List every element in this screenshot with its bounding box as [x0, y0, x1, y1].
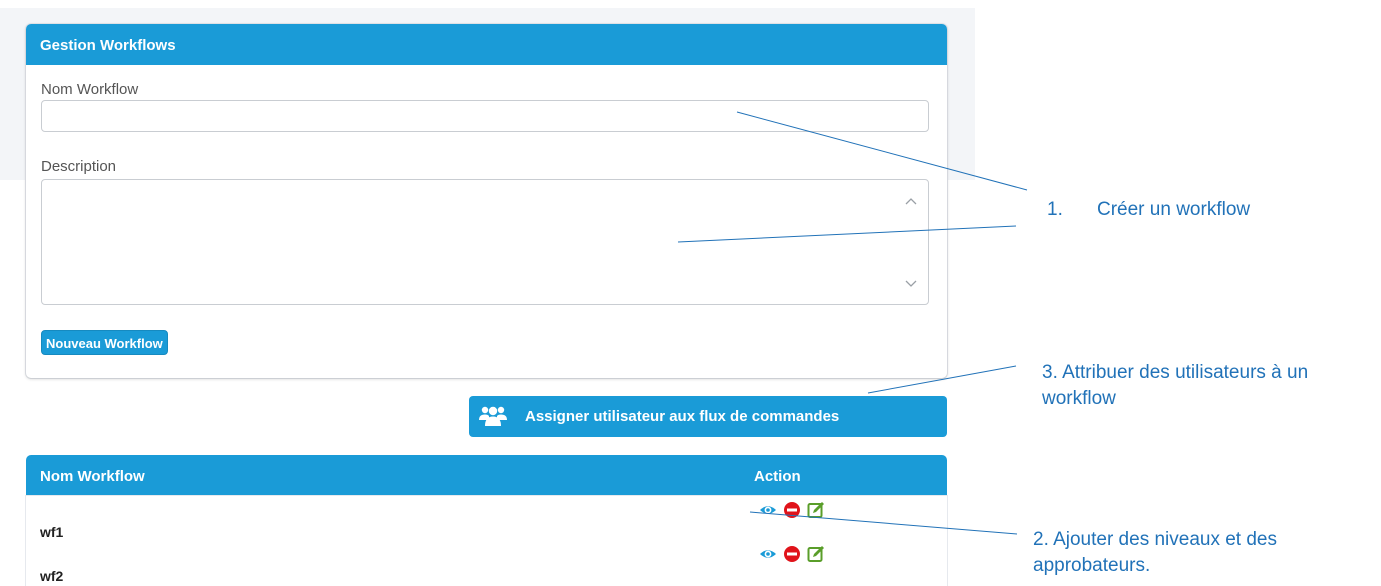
new-workflow-button[interactable]: Nouveau Workflow: [41, 330, 168, 355]
workflow-form-panel: Gestion Workflows Nom Workflow Descripti…: [26, 24, 947, 378]
panel-title: Gestion Workflows: [26, 24, 947, 65]
row-actions: [759, 501, 839, 519]
column-header-action: Action: [754, 468, 801, 485]
annotation-text: Créer un workflow: [1097, 199, 1251, 220]
users-icon: [479, 405, 507, 427]
scroll-up-icon[interactable]: [904, 195, 918, 209]
annotation-create-workflow: 1. Créer un workflow: [1047, 197, 1250, 223]
description-label: Description: [41, 158, 117, 175]
workflow-name-cell: wf1: [40, 524, 64, 540]
scroll-down-icon[interactable]: [904, 276, 918, 290]
assign-users-label: Assigner utilisateur aux flux de command…: [525, 408, 840, 425]
workflow-name-input[interactable]: [41, 100, 929, 132]
name-label: Nom Workflow: [41, 81, 139, 98]
minus-circle-icon[interactable]: [783, 501, 801, 519]
minus-circle-icon[interactable]: [783, 545, 801, 563]
annotation-number: 1.: [1047, 199, 1063, 220]
workflow-name-cell: wf2: [40, 568, 64, 584]
annotation-assign-users: 3. Attribuer des utilisateurs à un workf…: [1042, 362, 1309, 409]
assign-users-button[interactable]: Assigner utilisateur aux flux de command…: [469, 396, 947, 437]
description-textarea[interactable]: [41, 179, 929, 305]
workflow-table-body: wf1 wf2: [26, 496, 947, 586]
eye-icon[interactable]: [759, 545, 777, 563]
edit-icon[interactable]: [807, 501, 825, 519]
annotation-add-levels: 2. Ajouter des niveaux et des approbateu…: [1033, 529, 1277, 576]
eye-icon[interactable]: [759, 501, 777, 519]
edit-icon[interactable]: [807, 545, 825, 563]
workflow-table-header: Nom Workflow Action: [26, 455, 947, 496]
row-actions: [759, 545, 839, 563]
column-header-name: Nom Workflow: [40, 468, 145, 485]
